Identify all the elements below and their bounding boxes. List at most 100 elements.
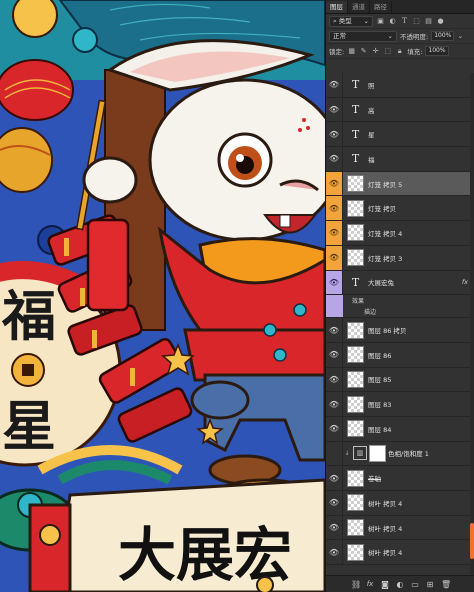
layer-thumbnail bbox=[347, 543, 364, 561]
layer-name[interactable]: 树叶 拷贝 4 bbox=[368, 498, 402, 508]
image-filter-icon[interactable]: ▣ bbox=[376, 17, 385, 26]
fx-icon[interactable]: fx bbox=[366, 580, 374, 588]
filter-kind-select[interactable]: ⌕ 类型 ⌄ bbox=[329, 15, 373, 27]
scrollbar-thumb[interactable] bbox=[470, 523, 474, 559]
layer-row[interactable]: 👁︎ 图层 84 bbox=[326, 416, 474, 442]
stroke-effect[interactable]: 描边 bbox=[326, 306, 474, 317]
visibility-eye-icon[interactable]: 👁︎ bbox=[326, 367, 343, 392]
layer-row[interactable]: 👁︎ T 照 bbox=[326, 73, 474, 98]
layer-row[interactable]: 👁︎ 灯笼 拷贝 3 bbox=[326, 245, 474, 271]
layer-row[interactable]: 👁︎ T 高 bbox=[326, 97, 474, 123]
layer-mask-thumbnail[interactable] bbox=[369, 444, 386, 462]
link-icon[interactable]: ⛓︎ bbox=[351, 580, 361, 589]
layer-name[interactable]: 树叶 拷贝 4 bbox=[368, 547, 402, 557]
visibility-eye-icon[interactable]: 👁︎ bbox=[326, 491, 343, 515]
layer-name[interactable]: 卷轴 bbox=[368, 473, 381, 483]
layer-row[interactable]: ↓ ▥ 色相/饱和度 1 bbox=[326, 441, 474, 467]
lock-all-icon[interactable]: 🔒︎ bbox=[395, 47, 404, 56]
layer-name[interactable]: 图层 83 bbox=[368, 399, 391, 409]
visibility-eye-icon[interactable]: 👁︎ bbox=[326, 540, 343, 565]
opacity-label: 不透明度: bbox=[400, 33, 429, 41]
shape-filter-icon[interactable]: ⬚ bbox=[412, 17, 421, 26]
visibility-eye-icon[interactable]: 👁︎ bbox=[326, 171, 343, 196]
layer-name[interactable]: 图层 84 bbox=[368, 424, 391, 434]
layer-row[interactable]: 👁︎ T 大展宏兔 fx bbox=[326, 270, 474, 296]
visibility-eye-icon[interactable]: 👁︎ bbox=[326, 466, 343, 490]
layer-thumbnail bbox=[347, 370, 364, 388]
lock-row: 锁定: ▦ ✎ ✛ ⬚ 🔒︎ 填充: 100% bbox=[326, 44, 474, 59]
opacity-input[interactable]: 100% bbox=[431, 31, 455, 41]
adjust-filter-icon[interactable]: ◐ bbox=[388, 17, 397, 26]
layer-row[interactable]: 👁︎ 树叶 拷贝 4 bbox=[326, 491, 474, 516]
visibility-eye-icon[interactable] bbox=[326, 441, 343, 466]
layers-scrollbar[interactable] bbox=[470, 73, 474, 575]
mask-icon[interactable]: ◙ bbox=[381, 580, 389, 589]
visibility-eye-icon[interactable]: 👁︎ bbox=[326, 416, 343, 441]
visibility-eye-icon[interactable]: 👁︎ bbox=[326, 318, 343, 342]
layer-row[interactable]: 👁︎ 图层 86 拷贝 bbox=[326, 318, 474, 343]
layer-name[interactable]: 树叶 拷贝 4 bbox=[368, 523, 402, 533]
visibility-eye-icon[interactable]: 👁︎ bbox=[326, 221, 343, 245]
lock-position-icon[interactable]: ✛ bbox=[371, 47, 380, 56]
layer-row[interactable]: 👁︎ 图层 83 bbox=[326, 392, 474, 417]
new-layer-icon[interactable]: ⊞ bbox=[426, 580, 434, 589]
layer-row[interactable]: 👁︎ 灯笼 拷贝 5 bbox=[326, 171, 474, 197]
adjustment-icon[interactable]: ◐ bbox=[396, 580, 404, 589]
visibility-eye-icon[interactable]: 👁︎ bbox=[326, 245, 343, 270]
filter-kind-label: ⌕ 类型 bbox=[333, 16, 352, 25]
smart-filter-icon[interactable]: ▤ bbox=[424, 17, 433, 26]
blend-row: 正常 ⌄ 不透明度: 100% ⌄ bbox=[326, 29, 474, 44]
visibility-eye-icon[interactable]: 👁︎ bbox=[326, 270, 343, 295]
effects-label[interactable]: 效果 bbox=[326, 295, 474, 306]
visibility-eye-icon[interactable]: 👁︎ bbox=[326, 342, 343, 367]
delete-icon[interactable]: 🗑︎ bbox=[441, 580, 451, 589]
layer-row[interactable]: 👁︎ 树叶 拷贝 4 bbox=[326, 515, 474, 541]
visibility-eye-icon[interactable]: 👁︎ bbox=[326, 196, 343, 221]
tab-paths[interactable]: 路径 bbox=[370, 1, 392, 13]
layer-name[interactable]: 高 bbox=[368, 105, 375, 115]
layer-name[interactable]: 照 bbox=[368, 80, 375, 90]
toggle-filter-icon[interactable]: ● bbox=[436, 17, 445, 26]
layer-row[interactable]: 👁︎ 卷轴 bbox=[326, 466, 474, 491]
layer-row[interactable]: 👁︎ 树叶 拷贝 4 bbox=[326, 540, 474, 566]
text-layer-icon: T bbox=[351, 78, 360, 92]
layer-row[interactable]: 👁︎ T 星 bbox=[326, 122, 474, 148]
text-layer-icon: T bbox=[351, 103, 360, 117]
layer-row[interactable]: 👁︎ 图层 86 bbox=[326, 342, 474, 368]
layer-row[interactable]: 👁︎ T 福 bbox=[326, 147, 474, 172]
layer-name[interactable]: 灯笼 拷贝 5 bbox=[368, 179, 402, 189]
visibility-eye-icon[interactable]: 👁︎ bbox=[326, 73, 343, 97]
fill-input[interactable]: 100% bbox=[425, 46, 449, 56]
layer-name[interactable]: 图层 85 bbox=[368, 374, 391, 384]
layer-thumbnail bbox=[347, 469, 364, 487]
layer-name[interactable]: 福 bbox=[368, 154, 375, 164]
visibility-eye-icon[interactable]: 👁︎ bbox=[326, 97, 343, 122]
layer-name[interactable]: 色相/饱和度 1 bbox=[388, 448, 429, 458]
fu-character: 福 bbox=[1, 284, 56, 348]
group-icon[interactable]: ▭ bbox=[411, 580, 419, 589]
visibility-eye-icon[interactable]: 👁︎ bbox=[326, 392, 343, 416]
layer-name[interactable]: 星 bbox=[368, 129, 375, 139]
lock-transparent-icon[interactable]: ▦ bbox=[347, 47, 356, 56]
artwork-canvas[interactable]: 福 星 大展宏 bbox=[0, 0, 325, 592]
visibility-eye-icon[interactable]: 👁︎ bbox=[326, 515, 343, 540]
visibility-eye-icon[interactable]: 👁︎ bbox=[326, 147, 343, 171]
lock-pixels-icon[interactable]: ✎ bbox=[359, 47, 368, 56]
tab-layers[interactable]: 图层 bbox=[326, 1, 348, 13]
layer-row[interactable]: 👁︎ 图层 85 bbox=[326, 367, 474, 393]
chevron-down-icon[interactable]: ⌄ bbox=[457, 32, 463, 41]
blend-mode-select[interactable]: 正常 ⌄ bbox=[329, 30, 397, 42]
tab-channels[interactable]: 通道 bbox=[348, 1, 370, 13]
layer-name[interactable]: 灯笼 拷贝 bbox=[368, 203, 396, 213]
layer-row[interactable]: 👁︎ 灯笼 拷贝 4 bbox=[326, 221, 474, 246]
layer-fx-badge[interactable]: fx bbox=[462, 278, 468, 286]
visibility-eye-icon[interactable]: 👁︎ bbox=[326, 122, 343, 147]
text-filter-icon[interactable]: T bbox=[400, 17, 409, 26]
lock-artboard-icon[interactable]: ⬚ bbox=[383, 47, 392, 56]
layer-name[interactable]: 图层 86 bbox=[368, 350, 391, 360]
layer-name[interactable]: 图层 86 拷贝 bbox=[368, 325, 406, 335]
layer-row[interactable]: 👁︎ 灯笼 拷贝 bbox=[326, 196, 474, 222]
layer-name[interactable]: 灯笼 拷贝 4 bbox=[368, 228, 402, 238]
layer-name[interactable]: 大展宏兔 bbox=[368, 277, 394, 287]
layer-name[interactable]: 灯笼 拷贝 3 bbox=[368, 253, 402, 263]
